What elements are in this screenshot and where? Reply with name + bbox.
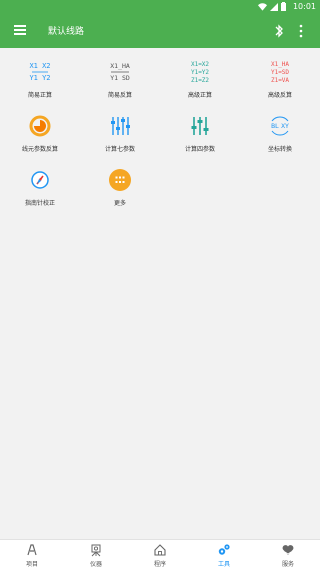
bottom-tab-bar: 项目 仪器 程序 工具 服务 (0, 539, 320, 569)
tool-more[interactable]: 更多 (80, 162, 160, 216)
glyph-line: Z1=Z2 (191, 77, 209, 84)
instrument-icon (91, 544, 101, 557)
menu-icon[interactable] (14, 25, 26, 35)
service-icon (282, 545, 294, 555)
bluetooth-icon[interactable] (272, 23, 286, 39)
tool-label: 简易正算 (27, 92, 52, 99)
glyph-line: X1=X2 (191, 61, 209, 68)
glyph-line: BL (271, 122, 279, 130)
app-bar: 默认线路 (0, 14, 320, 48)
tool-line-element-param[interactable]: 线元参数反算 (0, 108, 80, 162)
tool-label: 简易反算 (107, 92, 132, 99)
tools-grid: X1 X2 Y1 Y2 简易正算 X1_HA Y1 SD 简易反算 X1=X2 … (0, 54, 320, 216)
tool-label: 计算七参数 (104, 146, 135, 153)
tab-program[interactable]: 程序 (128, 540, 192, 569)
tools-content: X1 X2 Y1 Y2 简易正算 X1_HA Y1 SD 简易反算 X1=X2 … (0, 48, 320, 539)
glyph-line: XY (281, 122, 289, 130)
tab-service[interactable]: 服务 (256, 540, 320, 569)
battery-icon (281, 2, 286, 11)
tool-label: 计算四参数 (184, 146, 215, 153)
tool-advanced-forward-calc[interactable]: X1=X2 Y1=Y2 Z1=Z2 高级正算 (160, 54, 240, 108)
tab-project[interactable]: 项目 (0, 540, 64, 569)
tab-instrument[interactable]: 仪器 (64, 540, 128, 569)
tool-simple-inverse-calc[interactable]: X1_HA Y1 SD 简易反算 (80, 54, 160, 108)
project-icon (27, 544, 37, 556)
advanced-inverse-calc-icon: X1_HA Y1=SD Z1=VA (271, 61, 289, 84)
coordinate-convert-icon: BL XY (271, 116, 289, 136)
tool-compass-calibrate[interactable]: 指南针校正 (0, 162, 80, 216)
glyph-line: Y1=Y2 (191, 69, 209, 76)
glyph-line: Z1=VA (271, 77, 289, 84)
tool-label: 高级反算 (267, 92, 292, 99)
tool-label: 线元参数反算 (21, 146, 58, 153)
glyph-line: X1 X2 (29, 62, 50, 70)
glyph-line: Y1 SD (110, 74, 130, 82)
advanced-forward-calc-icon: X1=X2 Y1=Y2 Z1=Z2 (191, 61, 209, 84)
tool-label: 高级正算 (187, 92, 212, 99)
more-apps-icon (109, 169, 131, 191)
wifi-icon (258, 2, 267, 11)
line-element-param-icon (29, 115, 51, 137)
tab-label: 程序 (153, 561, 166, 568)
seven-param-icon (111, 117, 130, 135)
glyph-line: Y1=SD (271, 69, 289, 76)
signal-icon (270, 2, 278, 11)
overflow-menu-icon[interactable] (298, 23, 304, 39)
tab-label: 仪器 (89, 561, 102, 568)
tab-label: 工具 (217, 561, 230, 568)
compass-calibrate-icon (31, 171, 49, 189)
tool-label: 坐标转换 (267, 146, 292, 153)
glyph-line: Y1 Y2 (29, 74, 50, 82)
system-icons (258, 2, 286, 11)
simple-forward-calc-icon: X1 X2 Y1 Y2 (29, 62, 50, 82)
status-bar: 10:01 (0, 0, 320, 14)
tool-label: 更多 (113, 200, 126, 207)
page-title: 默认线路 (48, 27, 85, 37)
tool-label: 指南针校正 (24, 200, 55, 207)
tools-gear-icon (218, 544, 230, 555)
tab-label: 项目 (25, 561, 38, 568)
tab-label: 服务 (281, 561, 294, 568)
program-home-icon (154, 544, 166, 556)
tool-coordinate-convert[interactable]: BL XY 坐标转换 (240, 108, 320, 162)
tab-tools[interactable]: 工具 (192, 540, 256, 569)
status-time: 10:01 (292, 2, 316, 11)
tool-simple-forward-calc[interactable]: X1 X2 Y1 Y2 简易正算 (0, 54, 80, 108)
tool-four-param[interactable]: 计算四参数 (160, 108, 240, 162)
simple-inverse-calc-icon: X1_HA Y1 SD (110, 62, 130, 82)
glyph-line: X1_HA (110, 62, 130, 70)
tool-seven-param[interactable]: 计算七参数 (80, 108, 160, 162)
tool-advanced-inverse-calc[interactable]: X1_HA Y1=SD Z1=VA 高级反算 (240, 54, 320, 108)
glyph-line: X1_HA (271, 61, 289, 68)
four-param-icon (191, 117, 209, 135)
